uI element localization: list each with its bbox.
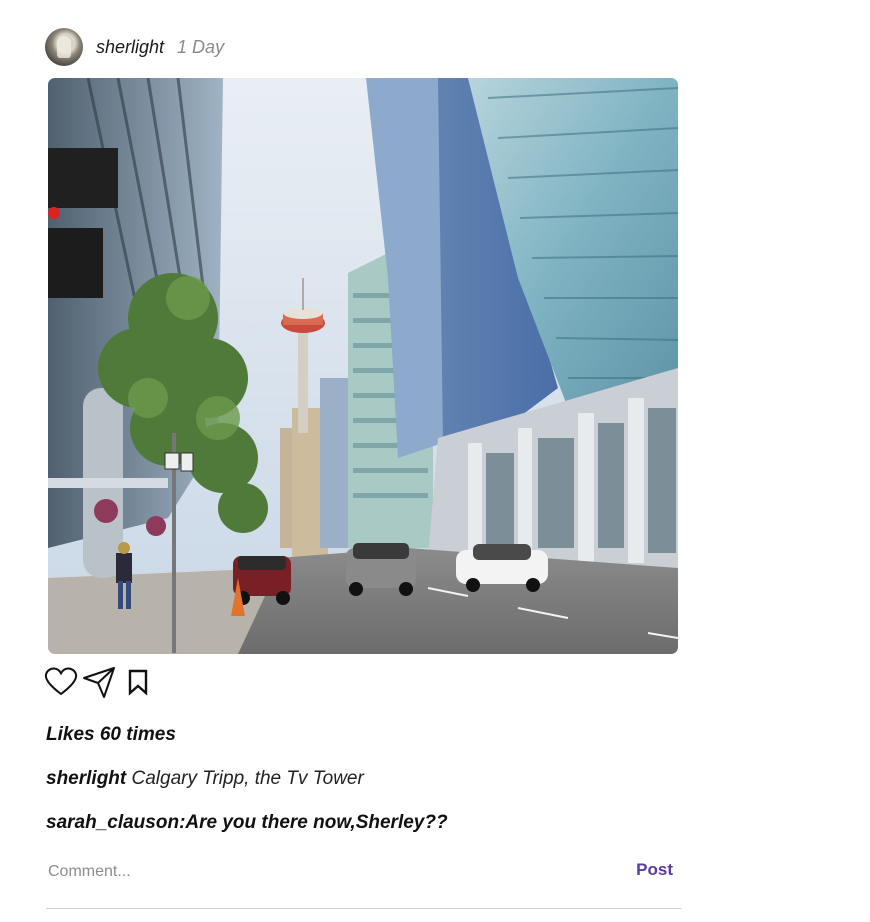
post-timestamp: 1 Day	[177, 36, 225, 57]
heart-icon	[44, 667, 78, 696]
share-button[interactable]	[82, 665, 116, 699]
avatar[interactable]	[45, 28, 83, 66]
post-card: sherlight 1 Day Likes 60 times sherlight…	[0, 0, 870, 922]
save-button[interactable]	[124, 665, 152, 699]
caption-author[interactable]: sherlight	[46, 768, 126, 789]
bookmark-icon	[128, 669, 148, 696]
likes-count: Likes 60 times	[46, 724, 176, 745]
send-icon	[83, 667, 115, 698]
post-photo[interactable]	[48, 78, 678, 654]
post-comment-button[interactable]: Post	[636, 860, 673, 880]
like-button[interactable]	[44, 665, 78, 699]
post-actions	[44, 665, 152, 699]
comment-input[interactable]	[46, 858, 570, 886]
post-author[interactable]: sherlight	[96, 37, 164, 58]
city-street-photo	[48, 78, 678, 654]
post-caption: sherlight Calgary Tripp, the Tv Tower	[46, 768, 364, 790]
comment-item: sarah_clauson:Are you there now,Sherley?…	[46, 812, 448, 833]
comment-form: Post	[46, 852, 681, 909]
caption-text: Calgary Tripp, the Tv Tower	[131, 768, 364, 789]
post-header: sherlight 1 Day	[45, 28, 224, 66]
